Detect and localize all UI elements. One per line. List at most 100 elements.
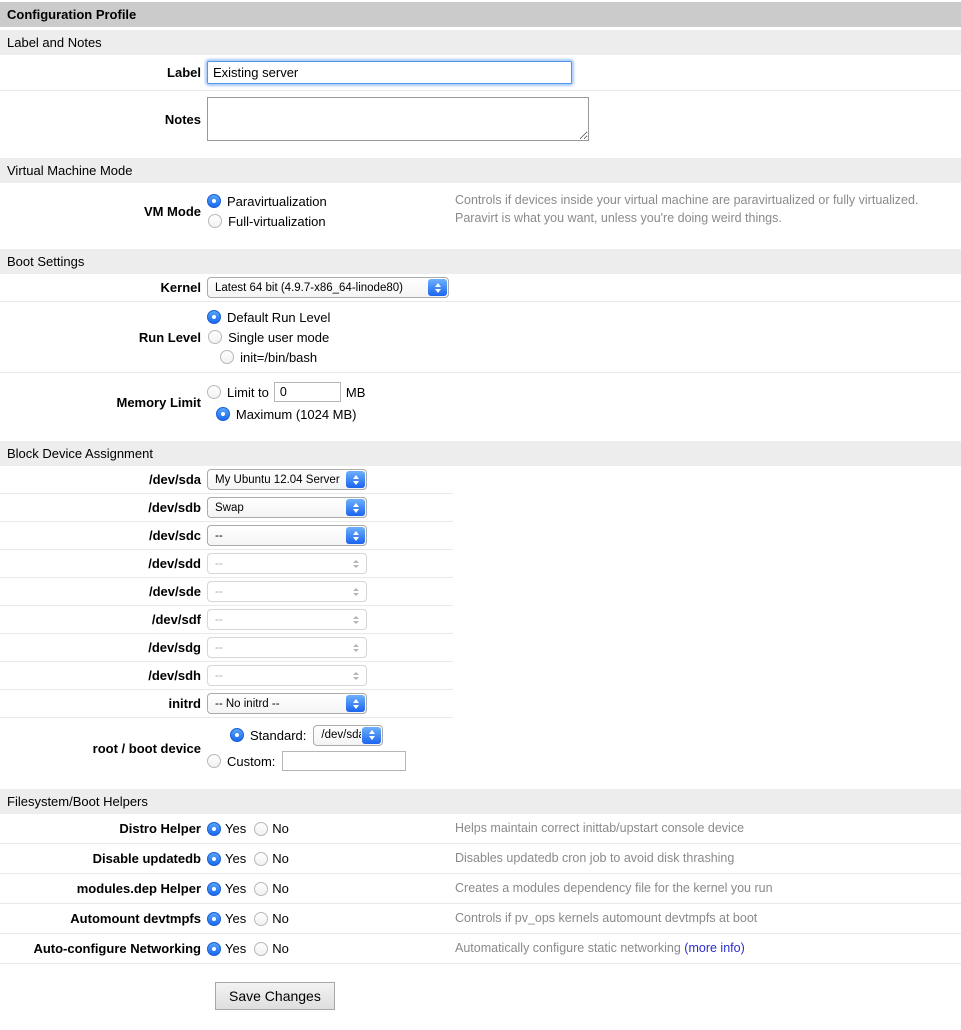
select-value: My Ubuntu 12.04 Server <box>208 474 345 486</box>
device-label: /dev/sdf <box>0 612 207 627</box>
device-select-sdg: -- <box>207 637 367 658</box>
device-label: /dev/sdd <box>0 556 207 571</box>
radio-option-label: Full-virtualization <box>228 214 326 229</box>
no-radio-icon[interactable] <box>254 852 268 866</box>
yes-radio-icon[interactable] <box>207 852 221 866</box>
helper-row-modules-dep: modules.dep Helper Yes No Creates a modu… <box>0 874 961 904</box>
no-radio-icon[interactable] <box>254 912 268 926</box>
label-row: Label <box>0 55 961 91</box>
device-label: /dev/sdh <box>0 668 207 683</box>
run-level-option-single-user[interactable]: Single user mode <box>208 327 329 347</box>
root-device-standard-select[interactable]: /dev/sda <box>313 725 383 746</box>
helper-row-disable-updatedb: Disable updatedb Yes No Disables updated… <box>0 844 961 874</box>
root-device-custom-option[interactable]: Custom: <box>207 749 406 773</box>
section-fs-helpers: Filesystem/Boot Helpers <box>0 789 961 814</box>
select-stepper-icon <box>346 583 365 600</box>
helper-help: Disables updatedb cron job to avoid disk… <box>455 849 734 867</box>
root-boot-device-row: root / boot device Standard: /dev/sda Cu… <box>0 718 961 781</box>
kernel-select[interactable]: Latest 64 bit (4.9.7-x86_64-linode80) <box>207 277 449 298</box>
radio-icon[interactable] <box>230 728 244 742</box>
initrd-row: initrd -- No initrd -- <box>0 690 453 718</box>
radio-icon[interactable] <box>207 754 221 768</box>
select-stepper-icon <box>346 499 365 516</box>
device-label: /dev/sda <box>0 472 207 487</box>
select-value: -- <box>208 586 345 598</box>
section-vm-mode: Virtual Machine Mode <box>0 158 961 183</box>
yes-label: Yes <box>225 941 246 956</box>
no-radio-icon[interactable] <box>254 882 268 896</box>
select-value: -- <box>208 530 345 542</box>
device-row-sdf: /dev/sdf -- <box>0 606 453 634</box>
device-row-sdg: /dev/sdg -- <box>0 634 453 662</box>
radio-icon[interactable] <box>220 350 234 364</box>
device-row-sdd: /dev/sdd -- <box>0 550 453 578</box>
device-select-sdf: -- <box>207 609 367 630</box>
radio-option-label: init=/bin/bash <box>240 350 317 365</box>
helper-row-distro-helper: Distro Helper Yes No Helps maintain corr… <box>0 814 961 844</box>
initrd-select[interactable]: -- No initrd -- <box>207 693 367 714</box>
section-label-and-notes: Label and Notes <box>0 30 961 55</box>
radio-icon[interactable] <box>216 407 230 421</box>
device-row-sdb: /dev/sdb Swap <box>0 494 453 522</box>
root-device-custom-input[interactable] <box>282 751 406 771</box>
radio-option-label: Limit to <box>227 385 269 400</box>
run-level-option-default[interactable]: Default Run Level <box>207 307 330 327</box>
radio-icon[interactable] <box>208 330 222 344</box>
radio-icon[interactable] <box>207 385 221 399</box>
radio-option-label: Custom: <box>227 754 275 769</box>
section-boot-settings: Boot Settings <box>0 249 961 274</box>
yes-radio-icon[interactable] <box>207 912 221 926</box>
helper-label: Distro Helper <box>0 821 207 836</box>
helper-help: Controls if pv_ops kernels automount dev… <box>455 909 757 927</box>
device-label: /dev/sdc <box>0 528 207 543</box>
select-value: -- <box>208 558 345 570</box>
select-stepper-icon <box>346 555 365 572</box>
vm-mode-option-full-virtualization[interactable]: Full-virtualization <box>208 211 326 231</box>
radio-icon[interactable] <box>208 214 222 228</box>
vm-mode-help: Controls if devices inside your virtual … <box>455 191 918 227</box>
device-label: /dev/sde <box>0 584 207 599</box>
root-device-standard-option[interactable]: Standard: /dev/sda <box>230 723 383 747</box>
memory-limit-option-maximum[interactable]: Maximum (1024 MB) <box>216 404 357 424</box>
memory-limit-option-limit[interactable]: Limit to MB <box>207 380 365 404</box>
device-select-sdb[interactable]: Swap <box>207 497 367 518</box>
vm-mode-row: VM Mode Paravirtualization Full-virtuali… <box>0 183 961 241</box>
no-label: No <box>272 881 289 896</box>
select-value: -- <box>208 614 345 626</box>
save-changes-button[interactable]: Save Changes <box>215 982 335 1010</box>
yes-radio-icon[interactable] <box>207 822 221 836</box>
no-label: No <box>272 851 289 866</box>
no-radio-icon[interactable] <box>254 822 268 836</box>
select-stepper-icon <box>346 695 365 712</box>
label-input[interactable] <box>207 61 572 84</box>
radio-icon[interactable] <box>207 310 221 324</box>
device-row-sde: /dev/sde -- <box>0 578 453 606</box>
select-stepper-icon <box>428 279 447 296</box>
radio-option-label: Default Run Level <box>227 310 330 325</box>
no-label: No <box>272 821 289 836</box>
select-value: -- <box>208 670 345 682</box>
notes-textarea[interactable] <box>207 97 589 141</box>
run-level-option-init-bin-bash[interactable]: init=/bin/bash <box>220 347 317 367</box>
helper-label: Automount devtmpfs <box>0 911 207 926</box>
help-line: Paravirt is what you want, unless you're… <box>455 211 782 225</box>
helper-help: Helps maintain correct inittab/upstart c… <box>455 819 744 837</box>
select-value: Swap <box>208 502 345 514</box>
no-label: No <box>272 941 289 956</box>
vm-mode-option-paravirtualization[interactable]: Paravirtualization <box>207 191 327 211</box>
device-select-sda[interactable]: My Ubuntu 12.04 Server <box>207 469 367 490</box>
select-stepper-icon <box>346 667 365 684</box>
yes-radio-icon[interactable] <box>207 882 221 896</box>
select-value: -- No initrd -- <box>208 698 345 710</box>
device-select-sdc[interactable]: -- <box>207 525 367 546</box>
device-select-sde: -- <box>207 581 367 602</box>
memory-limit-label: Memory Limit <box>0 395 207 410</box>
help-line: Controls if devices inside your virtual … <box>455 193 918 207</box>
radio-option-label: Standard: <box>250 728 306 743</box>
radio-icon[interactable] <box>207 194 221 208</box>
save-area: Save Changes <box>0 964 961 1030</box>
radio-option-label: Paravirtualization <box>227 194 327 209</box>
device-row-sdc: /dev/sdc -- <box>0 522 453 550</box>
memory-limit-input[interactable] <box>274 382 341 402</box>
select-value: /dev/sda <box>314 729 361 741</box>
